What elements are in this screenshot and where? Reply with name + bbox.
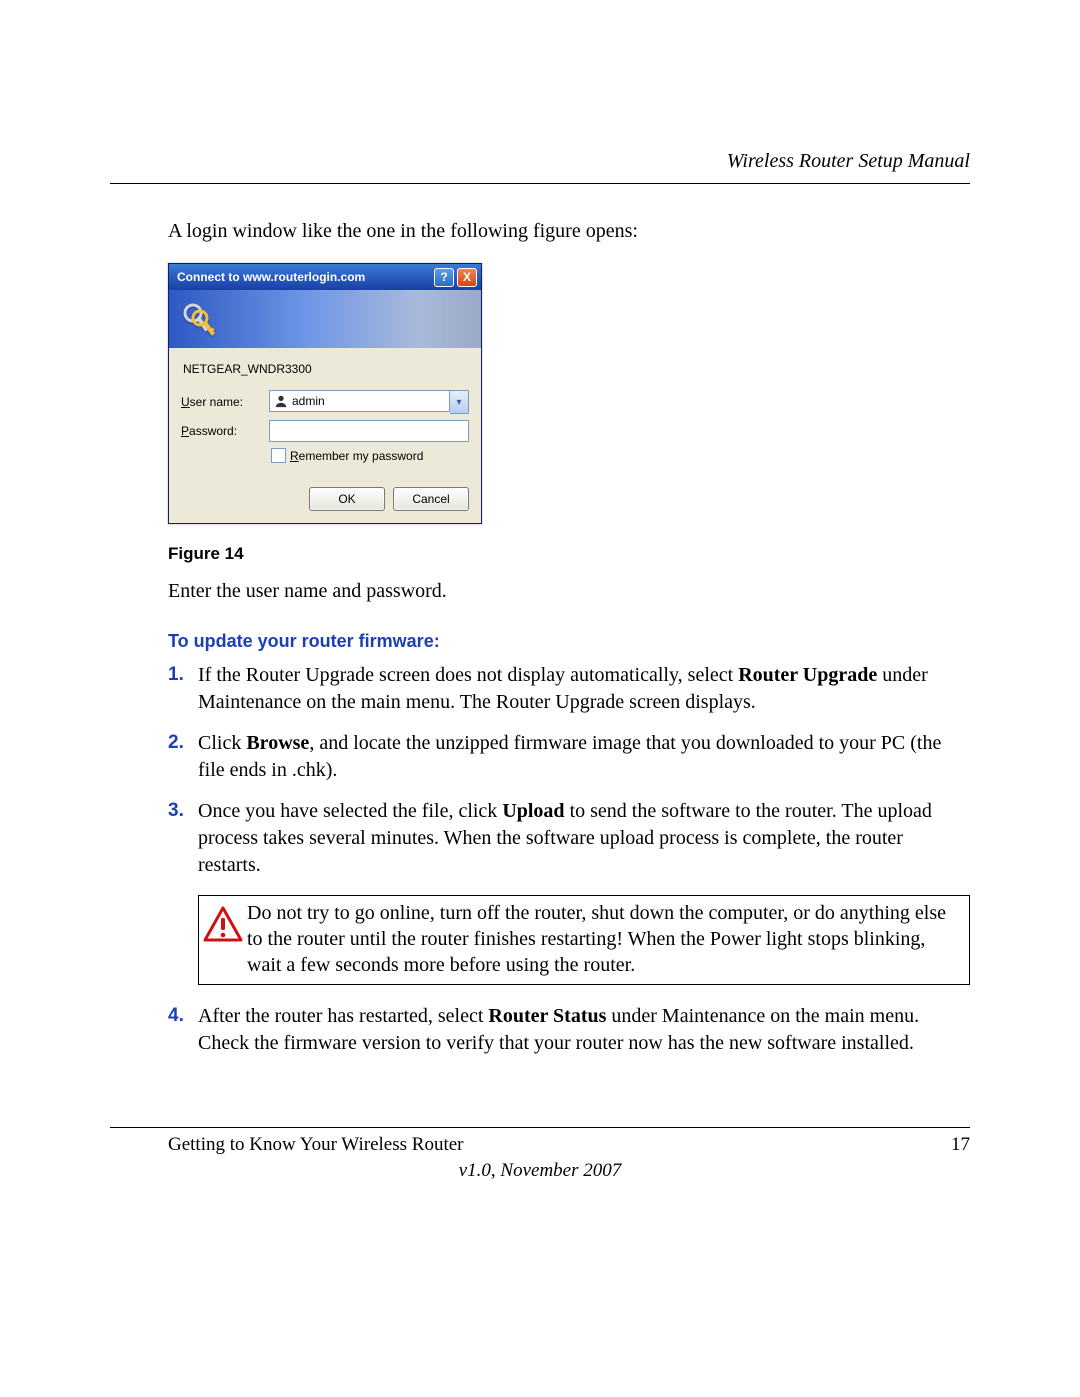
warning-icon-cell (199, 896, 247, 942)
warning-box: Do not try to go online, turn off the ro… (198, 895, 970, 985)
dialog-banner (169, 290, 481, 348)
username-input[interactable]: admin (269, 390, 450, 412)
body-column: A login window like the one in the follo… (110, 218, 970, 1057)
titlebar-buttons: ? X (434, 268, 477, 287)
username-row: User name: admin ▾ (181, 390, 469, 414)
keys-icon (179, 299, 219, 339)
cancel-button[interactable]: Cancel (393, 487, 469, 511)
password-row: Password: (181, 420, 469, 442)
section-heading: To update your router firmware: (168, 631, 970, 652)
dialog-button-row: OK Cancel (181, 487, 469, 511)
username-value: admin (292, 394, 325, 408)
username-dropdown[interactable]: ▾ (450, 390, 469, 414)
figure-caption: Figure 14 (168, 544, 970, 564)
intro-paragraph: A login window like the one in the follo… (168, 218, 970, 245)
close-button[interactable]: X (457, 268, 477, 287)
password-label: Password: (181, 424, 269, 438)
user-icon (274, 394, 288, 408)
dialog-title: Connect to www.routerlogin.com (177, 270, 365, 284)
help-button[interactable]: ? (434, 268, 454, 287)
footer-version: v1.0, November 2007 (110, 1160, 970, 1182)
after-figure-paragraph: Enter the user name and password. (168, 578, 970, 605)
steps-list: If the Router Upgrade screen does not di… (168, 662, 970, 879)
dialog-body: NETGEAR_WNDR3300 User name: admin (169, 348, 481, 523)
step-3: Once you have selected the file, click U… (168, 798, 970, 879)
manual-page: Wireless Router Setup Manual A login win… (0, 0, 1080, 1397)
warning-text: Do not try to go online, turn off the ro… (247, 896, 969, 984)
remember-label: Remember my password (290, 449, 423, 463)
step-4: After the router has restarted, select R… (168, 1003, 970, 1057)
remember-checkbox[interactable] (271, 448, 286, 463)
username-label: User name: (181, 395, 269, 409)
dialog-titlebar: Connect to www.routerlogin.com ? X (169, 264, 481, 290)
warning-icon (203, 906, 243, 942)
running-header: Wireless Router Setup Manual (110, 150, 970, 184)
step-1: If the Router Upgrade screen does not di… (168, 662, 970, 716)
ok-button[interactable]: OK (309, 487, 385, 511)
page-footer: Getting to Know Your Wireless Router 17 … (110, 1127, 970, 1182)
footer-section: Getting to Know Your Wireless Router (168, 1134, 463, 1156)
footer-page: 17 (951, 1134, 970, 1156)
login-dialog-figure: Connect to www.routerlogin.com ? X NETGE… (168, 263, 482, 524)
step-2: Click Browse, and locate the unzipped fi… (168, 730, 970, 784)
dialog-realm: NETGEAR_WNDR3300 (183, 362, 469, 376)
remember-row: Remember my password (271, 448, 469, 463)
steps-list-cont: After the router has restarted, select R… (168, 1003, 970, 1057)
password-input[interactable] (269, 420, 469, 442)
